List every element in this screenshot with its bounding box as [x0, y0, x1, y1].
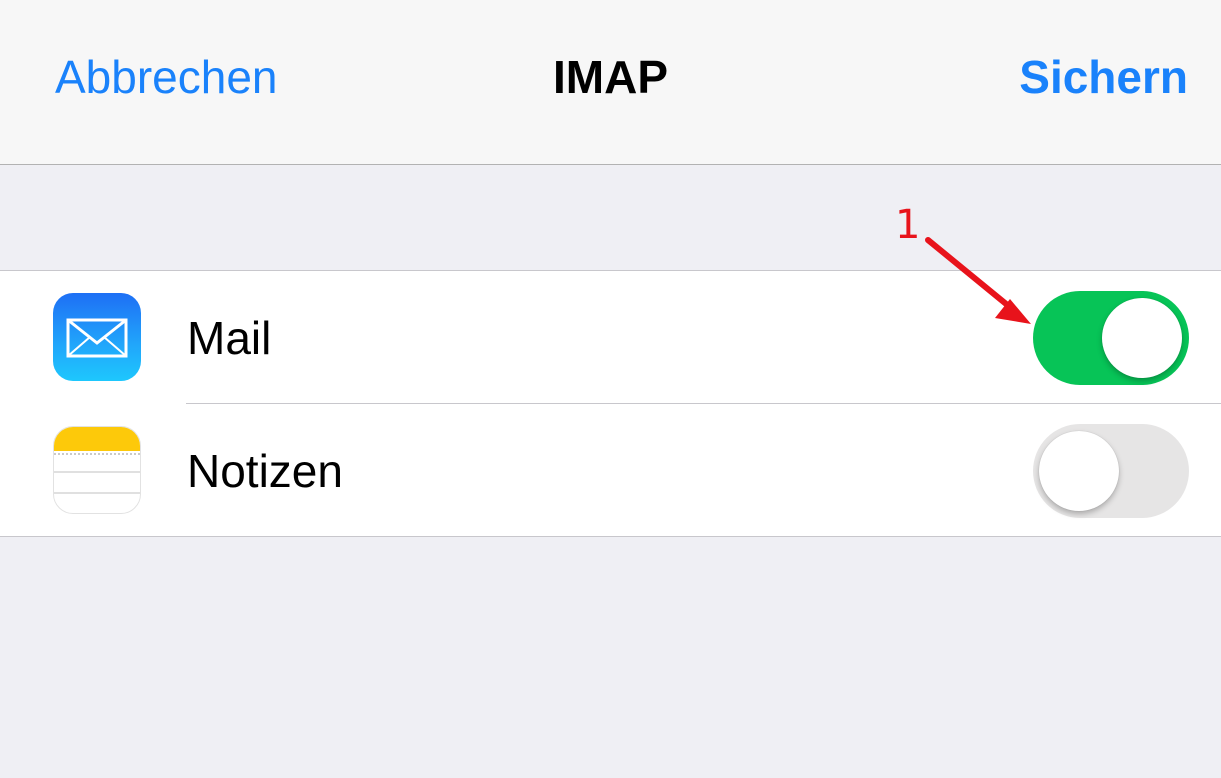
save-button[interactable]: Sichern — [1019, 50, 1188, 104]
navigation-bar: Abbrechen IMAP Sichern — [0, 0, 1221, 165]
settings-group: Mail Notizen — [0, 270, 1221, 537]
notes-toggle[interactable] — [1033, 424, 1189, 518]
cancel-button[interactable]: Abbrechen — [55, 50, 278, 104]
mail-toggle[interactable] — [1033, 291, 1189, 385]
toggle-knob — [1102, 298, 1182, 378]
mail-label: Mail — [187, 312, 272, 364]
notepad-icon — [54, 427, 140, 494]
notes-app-icon — [53, 426, 141, 514]
envelope-icon — [66, 318, 128, 358]
annotation-number: 1 — [895, 202, 921, 248]
notes-label: Notizen — [187, 445, 343, 497]
mail-app-icon — [53, 293, 141, 381]
list-item-mail: Mail — [0, 271, 1221, 404]
toggle-knob — [1039, 431, 1119, 511]
list-item-notes: Notizen — [0, 404, 1221, 537]
